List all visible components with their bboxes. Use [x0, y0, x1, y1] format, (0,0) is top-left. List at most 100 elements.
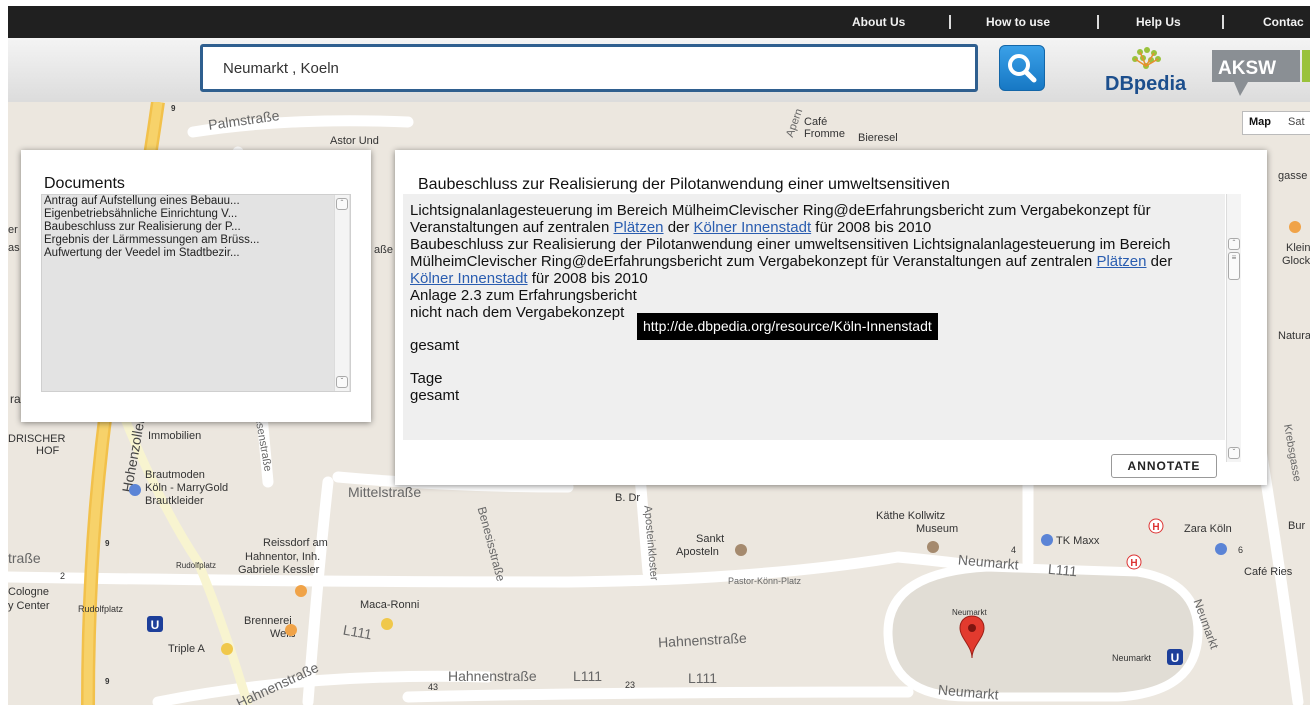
text-line: gesamt: [410, 387, 460, 404]
place-label: aße: [374, 244, 393, 256]
svg-text:U: U: [1171, 651, 1180, 665]
entity-link[interactable]: Kölner Innenstadt: [694, 219, 812, 236]
hospital-icon: H: [1126, 554, 1142, 570]
entity-link[interactable]: Plätzen: [613, 219, 663, 236]
document-item[interactable]: Aufwertung der Veedel im Stadtbezir...: [42, 247, 350, 260]
svg-text:H: H: [1152, 522, 1159, 533]
place-label: 9: [105, 677, 110, 686]
text-line: Anlage 2.3 zum Erfahrungsbericht: [410, 287, 637, 304]
hospital-icon: H: [1148, 518, 1164, 534]
document-item[interactable]: Eigenbetriebsähnliche Einrichtung V...: [42, 208, 350, 221]
scroll-down-icon[interactable]: ˇ: [336, 376, 348, 388]
church-icon: [735, 544, 747, 556]
map-type-map[interactable]: Map: [1249, 116, 1271, 128]
shopping-icon: [129, 484, 141, 496]
text-scrollbar[interactable]: ˆ ≡ ˇ: [1226, 194, 1241, 462]
bar-icon: [221, 643, 233, 655]
place-label: Immobilien: [148, 430, 202, 442]
map-pin-icon[interactable]: [958, 614, 986, 660]
place-label: 9: [105, 539, 110, 548]
place-label: Café: [804, 116, 828, 128]
place-label: Gabriele Kessler: [238, 564, 320, 576]
place-label: Glock: [1282, 255, 1310, 267]
nav-separator: [1097, 15, 1099, 29]
top-nav-bar: About Us How to use Help Us Contac: [8, 6, 1310, 38]
document-item[interactable]: Ergebnis der Lärmmessungen am Brüss...: [42, 234, 350, 247]
place-label: Zara Köln: [1184, 523, 1232, 535]
place-label: gasse: [1278, 170, 1308, 182]
documents-panel: Documents Antrag auf Aufstellung eines B…: [21, 150, 371, 422]
place-label: Käthe Kollwitz: [876, 510, 946, 522]
place-label: Sankt: [696, 533, 725, 545]
place-label: Cologne: [8, 586, 49, 598]
nav-contact[interactable]: Contac: [1263, 6, 1304, 38]
place-label: TK Maxx: [1056, 535, 1100, 547]
place-label: er: [8, 224, 18, 236]
documents-title: Documents: [44, 175, 125, 192]
place-label: Bieresel: [858, 132, 898, 144]
place-label: Brautkleider: [145, 495, 204, 507]
text-line: Tage: [410, 370, 443, 387]
entity-link[interactable]: Plätzen: [1096, 253, 1146, 270]
place-label: Reissdorf am: [263, 537, 328, 549]
place-label: Hahnentor, Inh.: [245, 551, 321, 563]
street-label: L111: [573, 668, 603, 684]
place-label: 9: [171, 104, 176, 113]
street-label: Mittelstraße: [348, 484, 422, 500]
svg-text:AKSW: AKSW: [1218, 58, 1276, 79]
street-label: Hahnenstraße: [448, 668, 537, 684]
museum-icon: [927, 541, 939, 553]
nav-how-to-use[interactable]: How to use: [986, 6, 1050, 38]
annotate-button[interactable]: ANNOTATE: [1111, 454, 1217, 478]
place-label: Aposteln: [676, 546, 719, 558]
nav-about-us[interactable]: About Us: [852, 6, 905, 38]
place-label: Rudolfplatz: [176, 561, 217, 570]
dbpedia-logo[interactable]: DBpedia: [1100, 46, 1200, 96]
place-label: 6: [1238, 545, 1244, 555]
place-label: Rudolfplatz: [78, 604, 124, 614]
place-label: Museum: [916, 523, 959, 535]
map-type-control[interactable]: Map Sat: [1242, 111, 1310, 135]
documents-scrollbar[interactable]: ˆ ˇ: [334, 195, 349, 391]
place-label: Köln - MarryGold: [145, 482, 229, 494]
scroll-down-icon[interactable]: ˇ: [1228, 447, 1240, 459]
restaurant-icon: [295, 585, 307, 597]
place-label: 4: [1011, 545, 1017, 555]
place-label: as: [8, 242, 20, 254]
place-label: Astor Und: [330, 135, 379, 147]
place-label: DRISCHER: [8, 433, 66, 445]
scroll-thumb[interactable]: ≡: [1228, 252, 1240, 280]
place-label: Naturat: [1278, 330, 1310, 342]
street-label: traße: [8, 550, 41, 566]
place-label: Klein: [1286, 242, 1310, 254]
nav-help-us[interactable]: Help Us: [1136, 6, 1181, 38]
map-type-satellite[interactable]: Sat: [1288, 116, 1305, 128]
nav-separator: [949, 15, 951, 29]
restaurant-icon: [1289, 221, 1301, 233]
street-label: L111: [1047, 560, 1078, 580]
text-paragraph: Baubeschluss zur Realisierung der Pilota…: [410, 236, 1173, 287]
place-label: Maca-Ronni: [360, 599, 420, 611]
entity-link[interactable]: Kölner Innenstadt: [410, 270, 528, 287]
text-paragraph: Lichtsignalanlagesteuerung im Bereich Mü…: [410, 202, 1151, 236]
place-label: 2: [60, 571, 66, 581]
place-label: Pastor-Könn-Platz: [728, 576, 802, 586]
search-input[interactable]: [200, 44, 978, 92]
document-item[interactable]: Baubeschluss zur Realisierung der P...: [42, 221, 350, 234]
shopping-icon: [1215, 543, 1227, 555]
svg-text:H: H: [1130, 558, 1137, 569]
nav-separator: [1222, 15, 1224, 29]
document-item[interactable]: Antrag auf Aufstellung eines Bebauu...: [42, 195, 350, 208]
place-label: HOF: [36, 445, 60, 457]
scroll-up-icon[interactable]: ˆ: [1228, 238, 1240, 250]
place-label: y Center: [8, 600, 50, 612]
search-icon: [1008, 54, 1037, 83]
metro-icon: U: [147, 616, 163, 632]
documents-list[interactable]: Antrag auf Aufstellung eines Bebauu... E…: [41, 194, 351, 392]
place-label: Café Ries: [1244, 566, 1293, 578]
bar-icon: [381, 618, 393, 630]
aksw-logo[interactable]: AKSW: [1212, 48, 1310, 98]
search-button[interactable]: [999, 45, 1045, 91]
place-label: B. Dr: [615, 492, 641, 504]
scroll-up-icon[interactable]: ˆ: [336, 198, 348, 210]
